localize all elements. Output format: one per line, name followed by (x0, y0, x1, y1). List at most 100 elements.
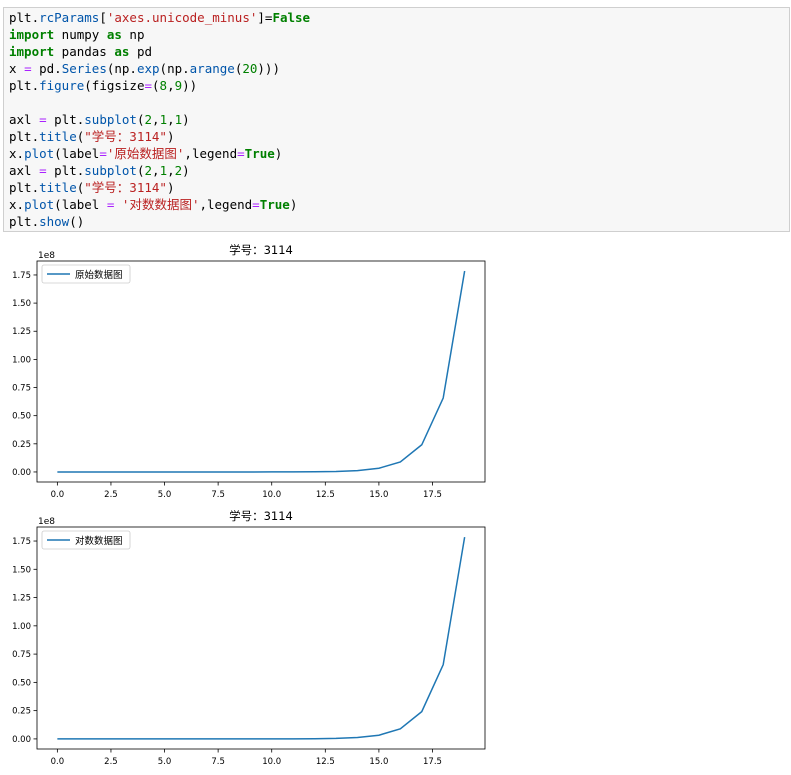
code-token: ) (182, 163, 190, 178)
code-token: ) (167, 180, 175, 195)
code-token: 8 (160, 78, 168, 93)
chart-panel-1: 学号：31141e80.000.250.500.751.001.251.501.… (12, 243, 485, 500)
code-token: pandas (54, 44, 114, 59)
code-token: "学号：3114" (84, 129, 167, 144)
code-token: pd. (32, 61, 62, 76)
code-cell[interactable]: plt.rcParams['axes.unicode_minus']=False… (3, 7, 790, 232)
code-token: , (152, 163, 160, 178)
code-token: plt. (47, 163, 85, 178)
y-tick-label: 1.00 (12, 355, 31, 365)
code-token: Series (62, 61, 107, 76)
code-line: axl = plt.subplot(2,1,1) (9, 111, 789, 128)
legend-label: 对数数据图 (75, 535, 123, 547)
x-tick-label: 0.0 (51, 490, 65, 500)
code-token: plt. (9, 214, 39, 229)
code-token: ) (167, 129, 175, 144)
code-line: axl = plt.subplot(2,1,2) (9, 162, 789, 179)
code-line: plt.rcParams['axes.unicode_minus']=False (9, 9, 789, 26)
chart-title: 学号：3114 (229, 509, 293, 523)
x-tick-label: 17.5 (423, 490, 442, 500)
series-line (57, 537, 464, 739)
code-token: arange (190, 61, 235, 76)
x-tick-label: 2.5 (104, 490, 118, 500)
code-token: subplot (84, 112, 137, 127)
code-token: True (245, 146, 275, 161)
code-token (114, 197, 122, 212)
code-token: , (152, 112, 160, 127)
code-token: "学号：3114" (84, 180, 167, 195)
code-token: subplot (84, 163, 137, 178)
code-token: = (99, 146, 107, 161)
y-tick-label: 1.25 (12, 594, 31, 604)
figure-output: 学号：31141e80.000.250.500.751.001.251.501.… (0, 234, 791, 770)
code-token: (figsize (84, 78, 144, 93)
code-token: False (272, 10, 310, 25)
code-token: '原始数据图' (107, 146, 185, 161)
code-token: = (39, 112, 47, 127)
x-tick-label: 7.5 (211, 490, 225, 500)
code-token: () (69, 214, 84, 229)
x-tick-label: 12.5 (316, 490, 335, 500)
code-line: plt.figure(figsize=(8,9)) (9, 77, 789, 94)
code-token: plot (24, 146, 54, 161)
x-tick-label: 17.5 (423, 757, 442, 767)
code-token: True (260, 197, 290, 212)
code-token: (np. (107, 61, 137, 76)
code-token: show (39, 214, 69, 229)
x-tick-label: 2.5 (104, 757, 118, 767)
y-tick-label: 0.50 (12, 678, 31, 688)
code-token: 'axes.unicode_minus' (107, 10, 258, 25)
y-tick-label: 1.50 (12, 565, 31, 575)
code-token: ) (182, 112, 190, 127)
code-line: import pandas as pd (9, 43, 789, 60)
code-token: exp (137, 61, 160, 76)
code-token: )) (182, 78, 197, 93)
y-tick-label: 0.50 (12, 412, 31, 422)
code-line: plt.title("学号：3114") (9, 179, 789, 196)
code-token: ( (137, 112, 145, 127)
code-token: 1 (160, 112, 168, 127)
code-token: plt. (9, 129, 39, 144)
x-tick-label: 5.0 (158, 490, 172, 500)
x-tick-label: 10.0 (262, 490, 281, 500)
code-token: (label (54, 197, 107, 212)
y-tick-label: 1.25 (12, 327, 31, 337)
code-token: plt. (9, 180, 39, 195)
x-tick-label: 7.5 (211, 757, 225, 767)
code-token: , (167, 112, 175, 127)
code-token: 2 (145, 163, 153, 178)
code-token: = (144, 78, 152, 93)
code-token: , (167, 163, 175, 178)
code-token: plt. (47, 112, 85, 127)
chart-title: 学号：3114 (229, 243, 293, 257)
figure-svg: 学号：31141e80.000.250.500.751.001.251.501.… (0, 234, 791, 770)
x-tick-label: 10.0 (262, 757, 281, 767)
code-token: import (9, 44, 54, 59)
code-editor[interactable]: plt.rcParams['axes.unicode_minus']=False… (4, 8, 789, 230)
code-token: = (39, 163, 47, 178)
code-token: '对数数据图' (122, 197, 200, 212)
code-token: axl (9, 163, 39, 178)
code-token: title (39, 180, 77, 195)
y-tick-label: 1.75 (12, 271, 31, 281)
code-token: plt. (9, 10, 39, 25)
code-token: , (167, 78, 175, 93)
code-token: [ (99, 10, 107, 25)
code-token: = (24, 61, 32, 76)
y-tick-label: 0.00 (12, 735, 31, 745)
code-line: plt.show() (9, 213, 789, 230)
code-token: ) (290, 197, 298, 212)
code-token: (np. (160, 61, 190, 76)
y-tick-label: 0.00 (12, 468, 31, 478)
code-token: (label (54, 146, 99, 161)
code-token: ]= (257, 10, 272, 25)
code-token: plot (24, 197, 54, 212)
y-tick-label: 0.25 (12, 707, 31, 717)
code-token: 9 (175, 78, 183, 93)
y-tick-label: 1.50 (12, 299, 31, 309)
chart-panel-2: 学号：31141e80.000.250.500.751.001.251.501.… (12, 509, 485, 767)
code-token: ,legend (199, 197, 252, 212)
series-line (57, 271, 464, 472)
code-token: 2 (145, 112, 153, 127)
code-line: x = pd.Series(np.exp(np.arange(20))) (9, 60, 789, 77)
